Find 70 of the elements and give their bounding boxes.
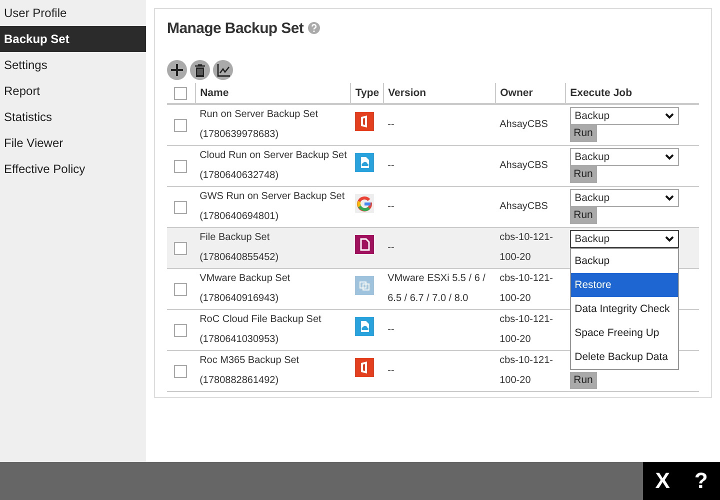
owner-cell-text: AhsayCBS xyxy=(500,200,549,214)
owner-cell-text: AhsayCBS xyxy=(500,118,549,132)
row-checkbox[interactable] xyxy=(174,200,187,214)
row-checkbox[interactable] xyxy=(174,242,187,254)
backup-set-id: (1780640694801) xyxy=(200,210,280,224)
office-icon xyxy=(354,112,374,130)
job-select[interactable]: Backup xyxy=(570,107,679,125)
version-cell-text: -- xyxy=(388,159,396,173)
sidebar-item[interactable]: Statistics xyxy=(0,104,146,130)
add-button[interactable] xyxy=(167,60,187,80)
version-cell-text: -- xyxy=(388,323,396,337)
cloud-file-icon xyxy=(354,152,374,172)
close-button[interactable]: X xyxy=(651,468,674,494)
chevron-down-icon xyxy=(664,154,674,160)
plus-icon xyxy=(170,63,184,77)
backup-set-id: (1780641030953) xyxy=(200,333,280,347)
backup-set-id: (1780640632748) xyxy=(200,169,280,183)
backup-set-id: (1780640855452) xyxy=(200,251,280,265)
cloud-file-icon xyxy=(354,316,374,336)
sidebar-item[interactable]: Backup Set xyxy=(0,26,146,52)
backup-set-id: (1780882861492) xyxy=(200,374,280,388)
backup-set-id: (1780640916943) xyxy=(200,292,280,306)
trash-icon xyxy=(194,64,206,76)
job-select[interactable]: Backup xyxy=(570,230,679,248)
row-checkbox[interactable] xyxy=(174,364,187,378)
backup-set-name: VMware Backup Set xyxy=(200,272,292,286)
chevron-down-icon xyxy=(664,195,674,201)
office-icon xyxy=(354,358,374,376)
row-checkbox[interactable] xyxy=(174,160,187,172)
owner-cell-text: AhsayCBS xyxy=(500,159,549,173)
sidebar-item[interactable]: Effective Policy xyxy=(0,156,146,182)
delete-button[interactable] xyxy=(190,60,210,80)
run-button[interactable]: Run xyxy=(570,207,597,224)
run-button[interactable]: Run xyxy=(570,372,597,389)
select-all-checkbox[interactable] xyxy=(174,86,187,100)
help-icon[interactable] xyxy=(308,22,320,34)
version-cell-text: VMware ESXi 5.5 / 6 / 6.5 / 6.7 / 7.0 / 8.0 xyxy=(388,272,486,306)
backup-set-name: File Backup Set xyxy=(200,231,271,245)
sidebar-item[interactable]: File Viewer xyxy=(0,130,146,156)
backup-set-name: RoC Cloud File Backup Set xyxy=(200,313,322,327)
chevron-down-icon xyxy=(664,113,674,119)
backup-set-name: Cloud Run on Server Backup Set xyxy=(200,149,347,163)
version-cell-text: -- xyxy=(388,241,396,255)
google-g-icon xyxy=(354,194,374,212)
backup-set-name: GWS Run on Server Backup Set xyxy=(200,190,346,204)
job-select[interactable]: Backup xyxy=(570,189,679,207)
row-checkbox[interactable] xyxy=(174,282,187,296)
backup-set-id: (1780639978683) xyxy=(200,128,280,142)
dropdown-option[interactable]: Restore xyxy=(570,273,678,297)
owner-cell-text: cbs-10-121-100-20 xyxy=(500,354,554,388)
version-cell-text: -- xyxy=(388,118,396,132)
sidebar-item[interactable]: Settings xyxy=(0,52,146,78)
help-button[interactable]: ? xyxy=(690,468,712,494)
job-select[interactable]: Backup xyxy=(570,148,679,166)
backup-set-name: Run on Server Backup Set xyxy=(200,108,319,122)
version-cell-text: -- xyxy=(388,200,396,214)
file-icon xyxy=(354,234,374,254)
chart-button[interactable] xyxy=(213,60,233,80)
sidebar-item[interactable]: Report xyxy=(0,78,146,104)
panel-title: Manage Backup Set xyxy=(167,20,304,36)
run-button[interactable]: Run xyxy=(570,125,597,142)
vm-icon xyxy=(354,276,374,294)
run-button[interactable]: Run xyxy=(570,166,597,183)
sidebar-item[interactable]: User Profile xyxy=(0,0,146,26)
backup-set-name: Roc M365 Backup Set xyxy=(200,354,300,368)
row-checkbox[interactable] xyxy=(174,324,187,336)
row-checkbox[interactable] xyxy=(174,118,187,132)
chevron-down-icon xyxy=(664,236,674,242)
version-cell-text: -- xyxy=(388,364,396,378)
line-chart-icon xyxy=(216,64,230,76)
